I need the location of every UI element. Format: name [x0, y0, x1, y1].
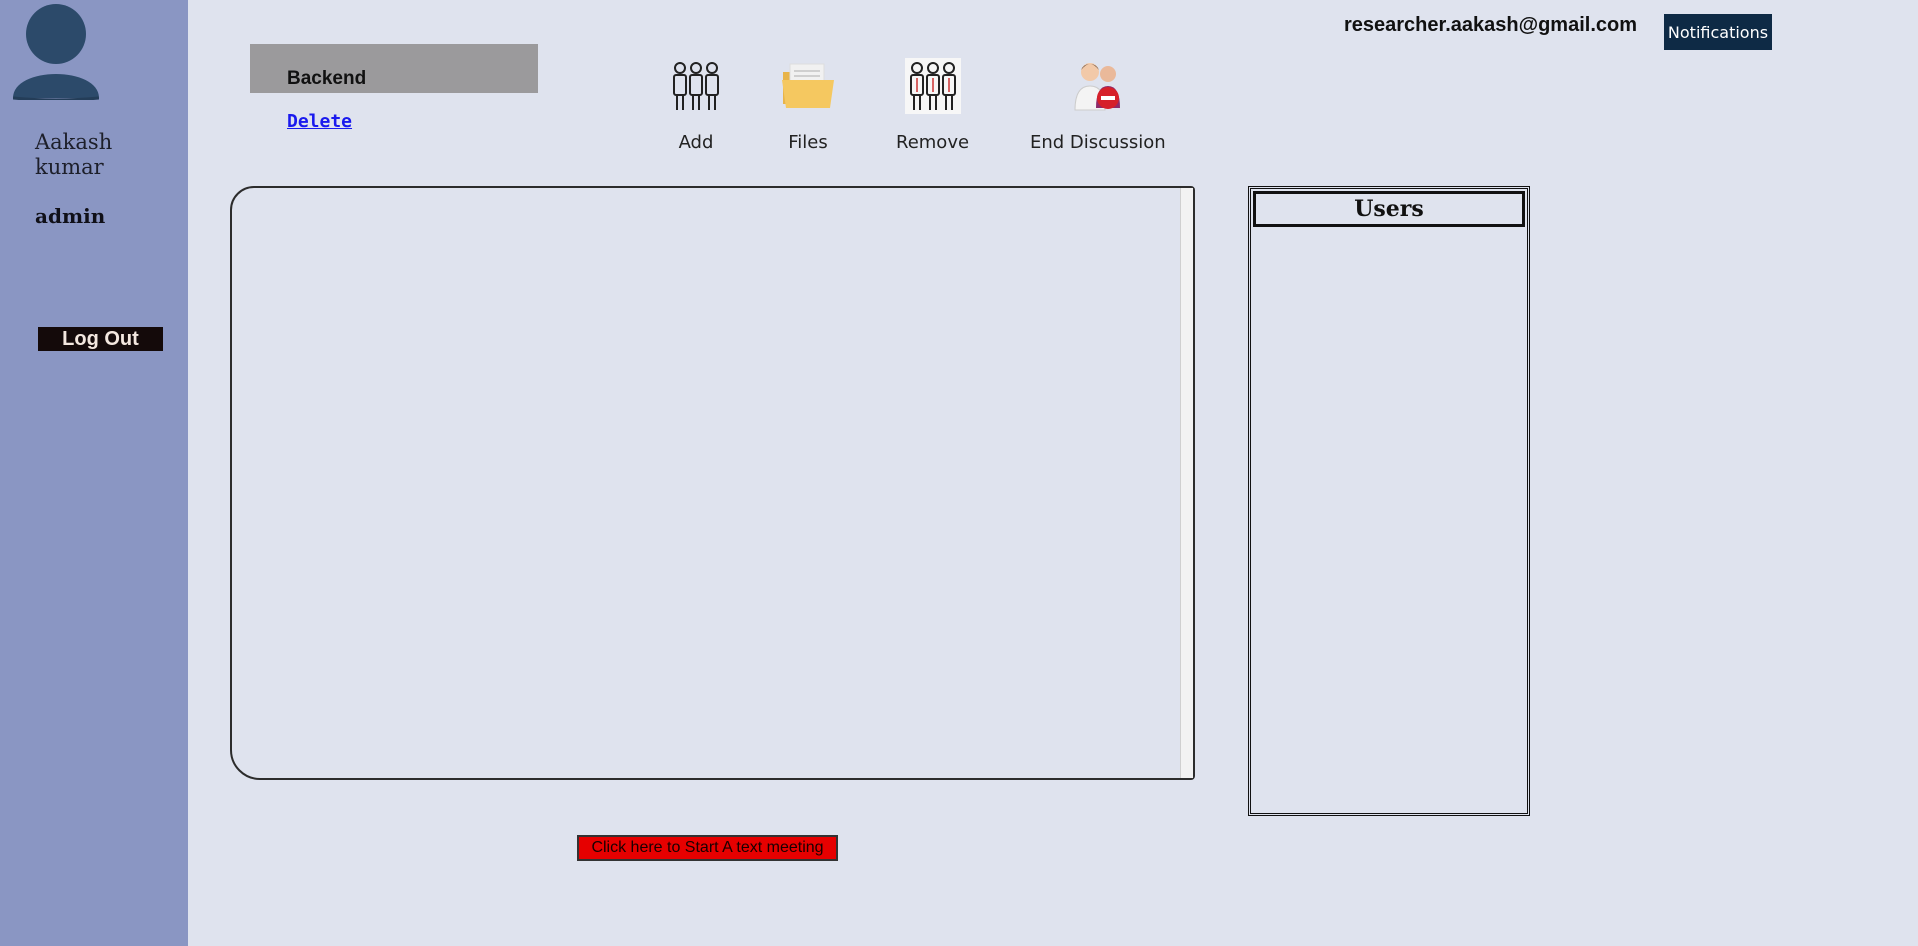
add-label: Add — [678, 132, 714, 153]
start-text-meeting-button[interactable]: Click here to Start A text meeting — [577, 835, 838, 861]
remove-label: Remove — [896, 132, 970, 153]
end-discussion-button[interactable]: End Discussion — [1030, 58, 1166, 153]
chat-area[interactable] — [230, 186, 1195, 780]
remove-button[interactable]: Remove — [896, 58, 969, 153]
folder-icon — [782, 63, 834, 108]
add-button[interactable]: Add — [668, 58, 724, 153]
files-label: Files — [788, 132, 828, 153]
users-panel: Users — [1248, 186, 1530, 816]
user-role: admin — [35, 204, 106, 228]
delete-link[interactable]: Delete — [287, 111, 352, 132]
user-name: Aakash kumar — [35, 130, 113, 179]
files-button[interactable]: Files — [780, 58, 836, 153]
end-discussion-icon — [1074, 63, 1120, 111]
chat-scrollbar[interactable] — [1180, 188, 1193, 778]
logout-button[interactable]: Log Out — [38, 327, 163, 351]
end-discussion-label: End Discussion — [1030, 132, 1166, 153]
people-group-icon — [673, 62, 719, 110]
avatar-icon — [13, 4, 99, 100]
sidebar: Aakash kumar admin Log Out — [0, 0, 188, 946]
notifications-button[interactable]: Notifications — [1664, 14, 1772, 50]
group-title-box: Backend — [250, 44, 538, 93]
users-panel-title: Users — [1253, 191, 1525, 227]
people-group-remove-icon — [904, 58, 961, 114]
user-email: researcher.aakash@gmail.com — [1344, 14, 1638, 36]
group-title: Backend — [287, 68, 367, 89]
